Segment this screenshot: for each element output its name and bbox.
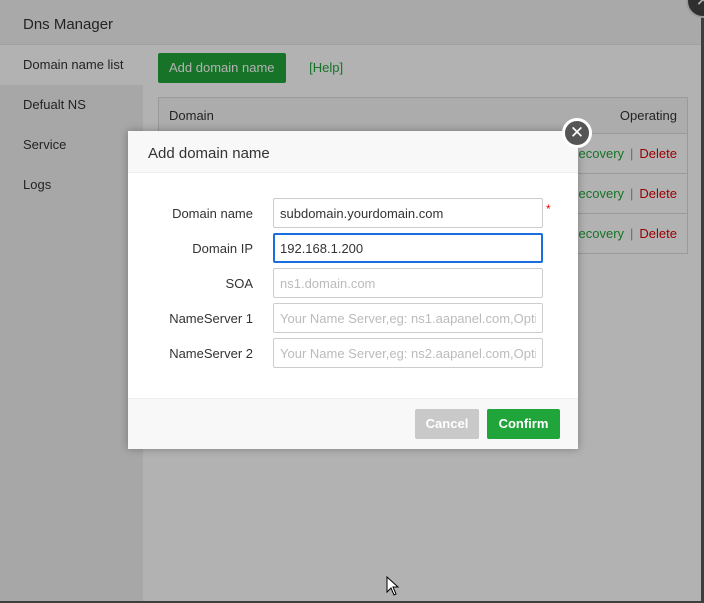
field-nameserver-1: NameServer 1: [128, 303, 578, 333]
nameserver-1-label: NameServer 1: [169, 311, 253, 326]
dialog-title: Add domain name: [128, 131, 578, 173]
required-marker: *: [546, 202, 551, 216]
cancel-button[interactable]: Cancel: [415, 409, 479, 439]
add-domain-dialog: Add domain name Domain name * Domain IP …: [128, 131, 578, 449]
dialog-close-icon[interactable]: ✕: [562, 118, 592, 148]
domain-ip-label: Domain IP: [192, 241, 253, 256]
domain-name-input[interactable]: [273, 198, 543, 228]
soa-label: SOA: [225, 276, 253, 291]
nameserver-2-label: NameServer 2: [169, 346, 253, 361]
domain-ip-input[interactable]: [273, 233, 543, 263]
dialog-footer: Cancel Confirm: [128, 398, 578, 449]
nameserver-1-input[interactable]: [273, 303, 543, 333]
confirm-button[interactable]: Confirm: [487, 409, 560, 439]
field-nameserver-2: NameServer 2: [128, 338, 578, 368]
field-domain-name: Domain name *: [128, 198, 578, 228]
soa-input[interactable]: [273, 268, 543, 298]
field-soa: SOA: [128, 268, 578, 298]
nameserver-2-input[interactable]: [273, 338, 543, 368]
mouse-cursor-icon: [386, 576, 400, 596]
field-domain-ip: Domain IP: [128, 233, 578, 263]
domain-name-label: Domain name: [172, 206, 253, 221]
